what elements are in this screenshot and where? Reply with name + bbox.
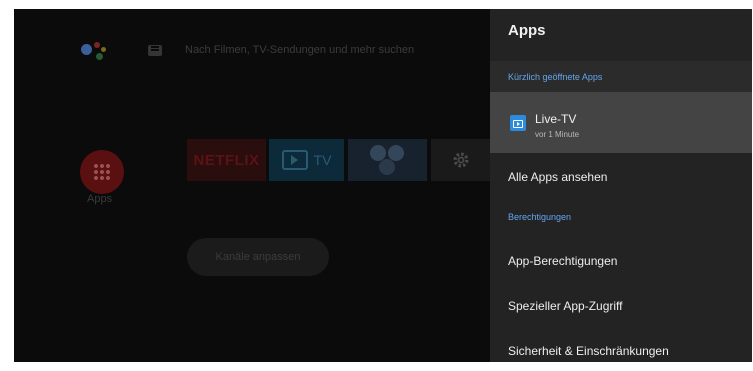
recent-apps-header: Kürzlich geöffnete Apps [490,61,752,92]
tv-card[interactable]: TV [269,139,344,181]
security-restrictions-item[interactable]: Sicherheit & Einschränkungen [508,344,669,358]
tv-icon [281,150,308,170]
netflix-card[interactable]: NETFLIX [187,139,266,181]
live-tv-last-opened: vor 1 Minute [535,130,580,139]
panel-title: Apps [508,22,546,39]
all-apps-item[interactable]: Alle Apps ansehen [508,170,607,184]
gear-icon [453,152,468,168]
recent-app-live-tv[interactable]: Live-TV vor 1 Minute [490,92,752,153]
home-launcher-dimmed: Nach Filmen, TV-Sendungen und mehr suche… [14,9,490,362]
movie-app-card[interactable] [348,139,427,181]
customize-channels-button[interactable]: Kanäle anpassen [187,238,329,276]
live-tv-name: Live-TV [535,112,577,126]
apps-settings-panel: Apps Kürzlich geöffnete Apps Live-TV vor… [490,9,752,362]
search-input[interactable]: Nach Filmen, TV-Sendungen und mehr suche… [185,44,414,56]
section-recent-apps: Kürzlich geöffnete Apps [508,72,603,82]
section-permissions: Berechtigungen [508,212,572,222]
keyboard-icon[interactable] [148,45,162,56]
settings-card[interactable] [431,139,490,181]
tv-screen: Nach Filmen, TV-Sendungen und mehr suche… [14,9,752,362]
netflix-logo: NETFLIX [193,151,260,169]
special-app-access-item[interactable]: Spezieller App-Zugriff [508,299,623,313]
apps-tile-label: Apps [87,193,113,205]
live-tv-icon [510,115,526,131]
apps-grid-icon [93,163,111,181]
google-assistant-icon[interactable] [81,38,111,64]
tv-card-label: TV [313,152,332,168]
app-permissions-item[interactable]: App-Berechtigungen [508,254,617,268]
apps-tile[interactable] [80,150,124,194]
